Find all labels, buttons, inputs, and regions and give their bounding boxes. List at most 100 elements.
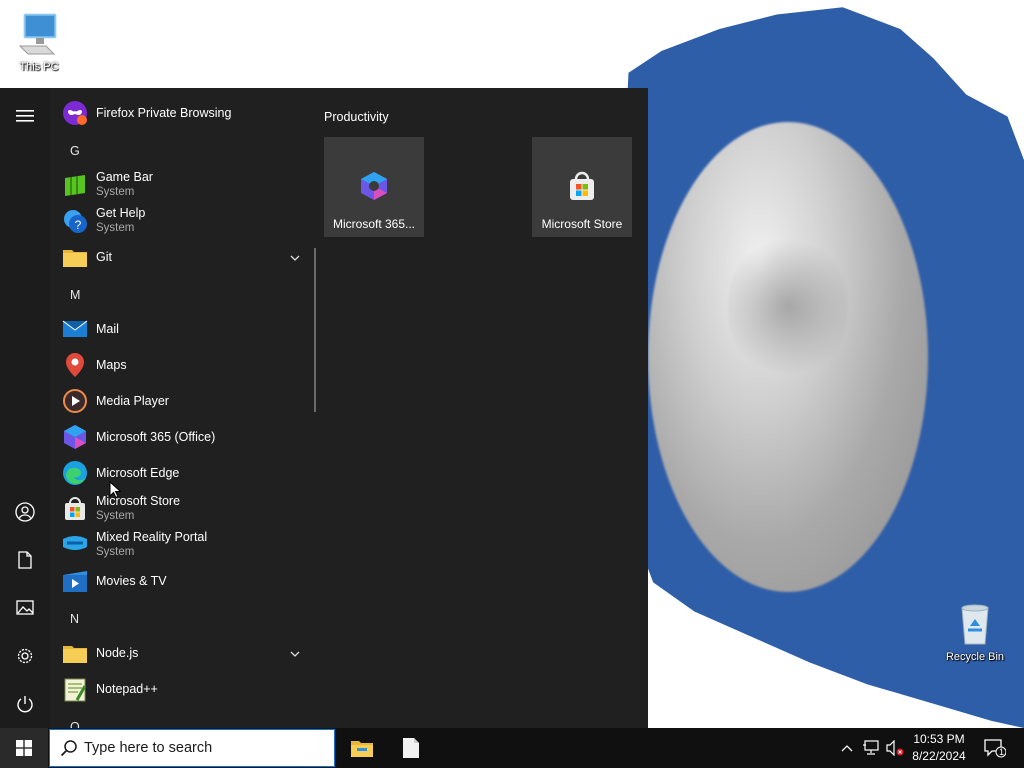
taskbar-clock[interactable]: 10:53 PM 8/22/2024 (904, 731, 974, 765)
taskbar: Type here to search 10:53 PM 8/22/2024 1 (0, 728, 1024, 768)
app-movies-tv[interactable]: Movies & TV (62, 568, 312, 594)
search-icon (60, 740, 77, 757)
chevron-down-icon[interactable] (290, 248, 300, 266)
app-media-player[interactable]: Media Player (62, 388, 312, 414)
document-icon (18, 551, 32, 569)
power-button[interactable] (0, 684, 50, 724)
app-mixed-reality-portal[interactable]: Mixed Reality Portal System (62, 530, 312, 559)
section-letter-o[interactable]: O (70, 720, 80, 728)
settings-button[interactable] (0, 636, 50, 676)
app-label: Maps (96, 357, 127, 372)
app-microsoft-365[interactable]: Microsoft 365 (Office) (62, 424, 312, 450)
app-label: Media Player (96, 393, 169, 408)
app-folder-nodejs[interactable]: Node.js (62, 640, 312, 666)
app-label: Mixed Reality Portal (96, 530, 208, 544)
desktop-icon-this-pc[interactable]: This PC (4, 10, 74, 73)
network-button[interactable] (860, 728, 882, 768)
section-letter-n[interactable]: N (70, 612, 79, 626)
power-icon (17, 696, 33, 713)
notepad-icon (403, 738, 419, 758)
start-menu: Firefox Private Browsing G Game Bar Syst… (0, 88, 648, 728)
tile-group-title[interactable]: Productivity (324, 110, 389, 124)
app-label: Notepad++ (96, 681, 158, 696)
start-rail (0, 88, 50, 728)
gear-icon (17, 648, 33, 664)
tile-microsoft-365[interactable]: Microsoft 365... (324, 137, 424, 237)
volume-muted-icon (886, 740, 904, 756)
clock-date: 8/22/2024 (912, 749, 966, 763)
help-icon: ? (62, 208, 88, 234)
app-sublabel: System (96, 546, 135, 558)
windows-logo-icon (16, 740, 32, 756)
tiles-area: Productivity Microsoft 365... Microsoft … (324, 88, 648, 728)
desktop-icon-label: This PC (19, 61, 59, 73)
app-sublabel: System (96, 222, 135, 234)
section-letter-g[interactable]: G (70, 144, 80, 158)
computer-icon (18, 13, 57, 55)
taskbar-notepad[interactable] (387, 728, 435, 768)
documents-button[interactable] (0, 540, 50, 580)
firefox-private-icon (62, 100, 88, 126)
account-button[interactable] (0, 492, 50, 532)
chevron-up-icon (841, 745, 853, 752)
app-firefox-private-browsing[interactable]: Firefox Private Browsing (62, 100, 312, 126)
edge-icon (62, 460, 88, 486)
hamburger-icon (16, 110, 34, 122)
folder-icon (62, 244, 88, 270)
user-icon (15, 502, 35, 522)
media-player-icon (62, 388, 88, 414)
app-label: Movies & TV (96, 573, 167, 588)
app-label: Get Help (96, 206, 146, 220)
expand-menu-button[interactable] (0, 96, 50, 136)
app-label: Mail (96, 321, 119, 336)
taskbar-file-explorer[interactable] (338, 728, 386, 768)
app-label: Git (96, 249, 112, 264)
search-placeholder: Type here to search (84, 740, 213, 756)
app-folder-git[interactable]: Git (62, 244, 312, 270)
start-button[interactable] (0, 728, 48, 768)
taskbar-search-box[interactable]: Type here to search (49, 729, 335, 767)
app-mail[interactable]: Mail (62, 316, 312, 342)
app-label: Firefox Private Browsing (96, 105, 232, 120)
clock-time: 10:53 PM (913, 732, 965, 746)
mouse-cursor-icon (109, 481, 121, 499)
app-sublabel: System (96, 510, 135, 522)
notification-count: 1 (999, 747, 1005, 757)
store-icon (570, 171, 594, 200)
tile-microsoft-store[interactable]: Microsoft Store (532, 137, 632, 237)
recycle-bin-icon (961, 604, 989, 645)
app-game-bar[interactable]: Game Bar System (62, 170, 312, 199)
app-list: Firefox Private Browsing G Game Bar Syst… (50, 88, 312, 728)
svg-text:?: ? (75, 218, 82, 232)
app-notepad-plus-plus[interactable]: Notepad++ (62, 676, 312, 702)
chevron-down-icon[interactable] (290, 644, 300, 662)
desktop-icon-recycle-bin[interactable]: Recycle Bin (940, 600, 1010, 663)
volume-button[interactable] (884, 728, 906, 768)
section-letter-m[interactable]: M (70, 288, 80, 302)
app-microsoft-edge[interactable]: Microsoft Edge (62, 460, 312, 486)
app-label: Microsoft Edge (96, 465, 180, 480)
movies-icon (62, 568, 88, 594)
picture-icon (16, 600, 34, 615)
store-icon (62, 496, 88, 522)
app-microsoft-store[interactable]: Microsoft Store System (62, 494, 312, 523)
pictures-button[interactable] (0, 588, 50, 628)
app-label: Node.js (96, 645, 139, 660)
show-hidden-icons-button[interactable] (836, 728, 858, 768)
app-label: Microsoft 365 (Office) (96, 429, 216, 444)
app-label: Game Bar (96, 170, 153, 184)
app-maps[interactable]: Maps (62, 352, 312, 378)
file-explorer-icon (351, 741, 373, 757)
app-get-help[interactable]: ? Get Help System (62, 206, 312, 235)
mixed-reality-icon (62, 532, 88, 558)
notepad-plus-plus-icon (62, 676, 88, 702)
action-center-button[interactable]: 1 (978, 728, 1012, 768)
wallpaper-moon (648, 122, 928, 592)
app-list-scrollbar[interactable] (314, 248, 316, 412)
microsoft-365-icon (361, 172, 387, 200)
folder-icon (62, 640, 88, 666)
network-icon (863, 740, 879, 755)
maps-icon (62, 352, 88, 378)
microsoft-365-icon (62, 424, 88, 450)
tile-label: Microsoft Store (541, 217, 623, 231)
